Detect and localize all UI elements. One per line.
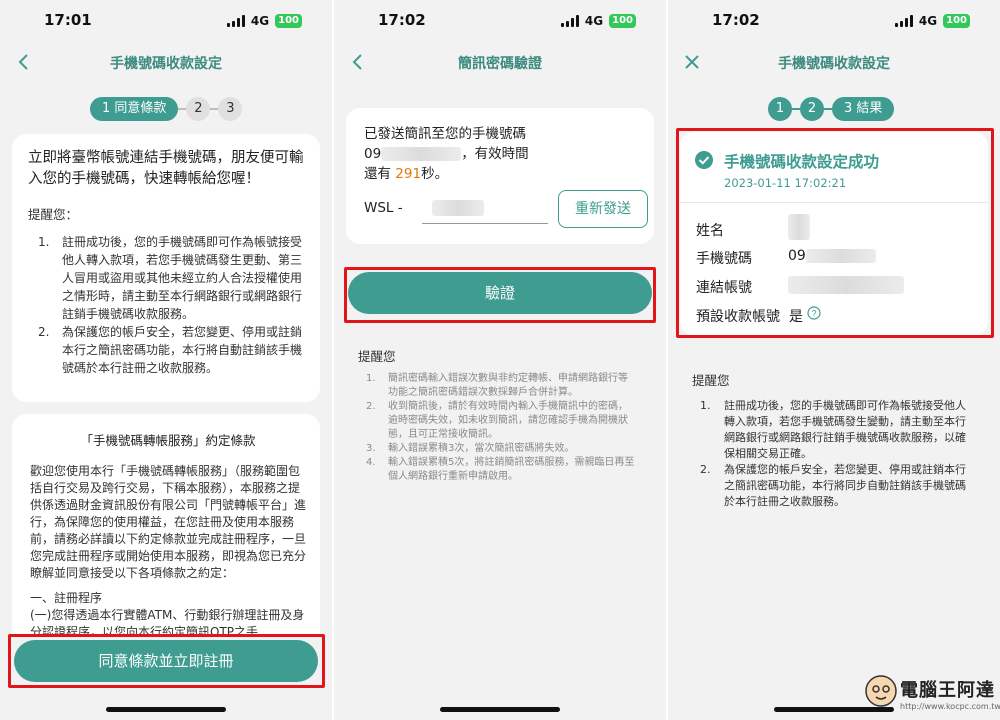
step-2: 2 [186, 97, 211, 121]
list-item: 1. 註冊成功後，您的手機號碼即可作為帳號接受他人轉入款項，若您手機號碼發生變動，… [700, 399, 966, 460]
step-1: 1 [768, 97, 792, 121]
success-title: 手機號碼收款設定成功 [724, 153, 880, 171]
help-icon[interactable]: ? [807, 306, 821, 320]
step-2: 2 [800, 97, 824, 121]
status-bar: 17:02 4G 100 [668, 0, 1000, 44]
intro-card: 立即將臺幣帳號連結手機號碼，朋友便可輸入您的手機號碼，快速轉帳給您喔！ 提醒您：… [12, 134, 320, 402]
mascot-logo-icon [865, 675, 897, 707]
default-account-label: 預設收款帳號 [696, 309, 780, 325]
name-label: 姓名 [696, 223, 724, 239]
list-item: 1. 註冊成功後，您的手機號碼即可作為帳號接受他人轉入款項，若您手機號碼發生更動、… [38, 235, 303, 321]
watermark-brand: 電腦王阿達 [900, 680, 995, 701]
account-value-redacted [788, 276, 904, 294]
list-item: 2. 為保護您的帳戶安全，若您變更、停用或註銷本行之簡訊密碼功能，本行將同步自動註… [700, 463, 966, 508]
account-label: 連結帳號 [696, 280, 752, 296]
home-indicator [440, 707, 560, 712]
list-item: 2. 收到簡訊後，請於有效時間內輸入手機簡訊中的密碼，逾時密碼失效，如未收到簡訊，… [366, 401, 628, 440]
battery-icon: 100 [943, 14, 970, 28]
step-3: 3 [218, 97, 243, 121]
remind-title: 提醒您： [28, 207, 79, 222]
phone-prefix: 09 [364, 146, 382, 162]
signal-icon [560, 15, 579, 27]
battery-icon: 100 [275, 14, 302, 28]
name-value-redacted [788, 214, 810, 240]
status-time: 17:01 [44, 11, 92, 29]
status-time: 17:02 [378, 11, 426, 29]
verify-button[interactable]: 驗證 [348, 272, 652, 314]
code-prefix: WSL - [364, 200, 403, 216]
watermark-url: http://www.kocpc.com.tw [900, 702, 1000, 711]
home-indicator [106, 707, 226, 712]
screen-result: 17:02 4G 100 手機號碼收款設定 1 2 3 結果 手機號碼收款設定成… [668, 0, 1000, 720]
list-item: 3. 輸入錯誤累積3次，當次簡訊密碼將失效。 [366, 443, 575, 454]
sms-code-input[interactable] [422, 194, 548, 224]
resend-button[interactable]: 重新發送 [558, 190, 648, 228]
list-item: 1. 簡訊密碼輸入錯誤次數與非約定轉帳、申請網路銀行等功能之簡訊密碼錯誤次數採歸戶… [366, 373, 628, 398]
status-time: 17:02 [712, 11, 760, 29]
network-label: 4G [584, 14, 604, 28]
default-account-value: 是 [789, 309, 803, 325]
status-bar: 17:01 4G 100 [0, 0, 332, 44]
success-timestamp: 2023-01-11 17:02:21 [724, 176, 847, 190]
phone-label: 手機號碼 [696, 251, 752, 267]
signal-icon [894, 15, 913, 27]
terms-list: 1. 註冊成功後，您的手機號碼即可作為帳號接受他人轉入款項，若您手機號碼發生更動、… [28, 233, 306, 377]
step-1-agree: 1 同意條款 [90, 97, 179, 121]
home-indicator [774, 707, 894, 712]
list-item: 4. 輸入錯誤累積5次，將註銷簡訊密碼服務，需親臨日再至個人網路銀行重新申請啟用。 [366, 457, 635, 482]
remind-title: 提醒您 [358, 349, 396, 364]
check-circle-icon [695, 151, 713, 169]
agree-register-button[interactable]: 同意條款並立即註冊 [14, 640, 318, 682]
network-label: 4G [250, 14, 270, 28]
network-label: 4G [918, 14, 938, 28]
phone-value: 09 [788, 248, 876, 264]
step-3-result: 3 結果 [832, 97, 895, 121]
nav-bar: 手機號碼收款設定 [0, 44, 332, 80]
page-title: 簡訊密碼驗證 [458, 56, 542, 72]
remind-title: 提醒您 [692, 373, 730, 388]
notes-list: 1. 簡訊密碼輸入錯誤次數與非約定轉帳、申請網路銀行等功能之簡訊密碼錯誤次數採歸戶… [366, 372, 636, 484]
agreement-section-1: 一、註冊程序 [30, 591, 103, 605]
page-title: 手機號碼收款設定 [110, 56, 222, 72]
divider [680, 202, 988, 203]
sms-card: 已發送簡訊至您的手機號碼 09 ，有效時間 還有 291秒。 WSL - 重新發送 [346, 108, 654, 244]
notes-list: 1. 註冊成功後，您的手機號碼即可作為帳號接受他人轉入款項，若您手機號碼發生變動，… [700, 398, 968, 510]
status-bar: 17:02 4G 100 [334, 0, 666, 44]
intro-text: 立即將臺幣帳號連結手機號碼，朋友便可輸入您的手機號碼，快速轉帳給您喔！ [28, 150, 304, 187]
battery-icon: 100 [609, 14, 636, 28]
nav-bar: 手機號碼收款設定 [668, 44, 1000, 80]
screen-agree-terms: 17:01 4G 100 手機號碼收款設定 1 同意條款 2 3 立即將臺幣帳號… [0, 0, 332, 720]
countdown-seconds: 291 [395, 166, 422, 182]
screen-sms-verify: 17:02 4G 100 簡訊密碼驗證 已發送簡訊至您的手機號碼 09 ，有效時間… [334, 0, 666, 720]
list-item: 2. 為保護您的帳戶安全，若您變更、停用或註銷本行之簡訊密碼功能，本行將自動註銷該… [38, 325, 303, 375]
step-indicator: 1 同意條款 2 3 [90, 97, 243, 121]
agreement-title: 「手機號碼轉帳服務」約定條款 [80, 433, 256, 448]
svg-text:?: ? [811, 309, 816, 319]
sms-sent-text: 已發送簡訊至您的手機號碼 09 ，有效時間 還有 291秒。 [364, 126, 529, 182]
signal-icon [226, 15, 245, 27]
page-title: 手機號碼收款設定 [778, 56, 890, 72]
agreement-body: 歡迎您使用本行「手機號碼轉帳服務」（服務範圍包括自行交易及跨行交易，下稱本服務）… [30, 464, 307, 580]
nav-bar: 簡訊密碼驗證 [334, 44, 666, 80]
step-indicator: 1 2 3 結果 [768, 97, 895, 121]
